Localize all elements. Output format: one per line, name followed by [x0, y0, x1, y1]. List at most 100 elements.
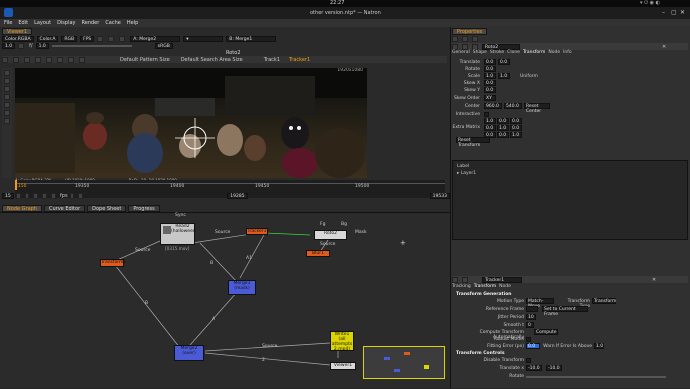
tab-stroke[interactable]: Stroke	[490, 50, 504, 55]
matrix-10[interactable]: 0.0	[484, 125, 496, 131]
track-forward-icon[interactable]	[68, 56, 74, 63]
roto-panel-center-icon[interactable]	[472, 43, 478, 50]
node-merge2[interactable]: Merge2 (over)	[174, 345, 204, 361]
fitting-error-field[interactable]: 0.0	[526, 343, 540, 349]
prop-scale-x[interactable]: 1.0	[484, 73, 496, 79]
reset-transform-button[interactable]: Reset Transform	[456, 137, 490, 148]
prop-center-y[interactable]: 540.0	[504, 103, 522, 109]
matrix-21[interactable]: 0.0	[497, 132, 509, 138]
tool-eraser-icon[interactable]	[4, 110, 10, 116]
tab-clone[interactable]: Clone	[507, 50, 520, 55]
next-keyframe-icon[interactable]	[69, 192, 75, 199]
last-frame-icon[interactable]	[78, 192, 84, 199]
robust-model-checkbox[interactable]	[526, 337, 531, 342]
track-crosshair-icon[interactable]	[175, 118, 215, 158]
gamma-field[interactable]: 1.0	[35, 43, 49, 49]
tab-tracker-node[interactable]: Node	[499, 284, 511, 289]
play-backward-icon[interactable]	[33, 192, 39, 199]
tab-dope-sheet[interactable]: Dope Sheet	[87, 205, 127, 212]
rotate-slider[interactable]	[526, 376, 666, 378]
prop-center-x[interactable]: 960.0	[484, 103, 502, 109]
tab-tracking[interactable]: Tracking	[452, 284, 471, 289]
translate-x-field[interactable]: -10.0	[526, 365, 542, 371]
menu-display[interactable]: Display	[57, 20, 75, 26]
tab-node-graph[interactable]: Node Graph	[2, 205, 42, 212]
node-tracker1[interactable]: Tracker1	[246, 228, 268, 235]
clear-track-icon[interactable]	[79, 56, 85, 63]
tool-points-icon[interactable]	[4, 78, 10, 84]
translate-y-field[interactable]: -10.0	[546, 365, 562, 371]
node-roto2[interactable]: Roto2	[314, 230, 347, 240]
prop-min-icon[interactable]	[452, 36, 458, 42]
roto-panel-collapse-icon[interactable]	[452, 43, 458, 50]
current-frame-field[interactable]: 19285	[227, 192, 248, 199]
prop-translate-y[interactable]: 0.0	[498, 59, 510, 65]
maximize-icon[interactable]: ▢	[671, 9, 677, 16]
matrix-22[interactable]: 1.0	[510, 132, 522, 138]
tracker-panel-close-icon[interactable]: ✕	[652, 277, 656, 283]
node-merge1[interactable]: Merge1 (mask)	[228, 280, 256, 295]
node-graph-navigator[interactable]	[363, 346, 445, 379]
add-track-icon[interactable]	[13, 56, 19, 63]
disable-transform-checkbox[interactable]	[526, 358, 531, 363]
node-write1[interactable]: Write1 (all attempts 2.mp4)	[330, 331, 354, 352]
prop-translate-x[interactable]: 0.0	[484, 59, 496, 65]
layer-select[interactable]: Color.RGBA	[2, 36, 34, 42]
fps-select[interactable]: FPS	[80, 36, 95, 42]
input-a-select[interactable]: A: Merge2	[130, 36, 181, 42]
alpha-channel-select[interactable]: Color.A	[36, 36, 59, 42]
display-channels-select[interactable]: RGB	[61, 36, 78, 42]
roi-icon[interactable]	[108, 36, 115, 42]
tool-blur-icon[interactable]	[4, 118, 10, 124]
tracker-panel-float-icon[interactable]	[462, 276, 468, 283]
smooth-field[interactable]: 0	[526, 322, 534, 328]
clip-icon[interactable]	[97, 36, 104, 42]
roto-panel-close-icon[interactable]: ✕	[662, 44, 666, 50]
colorspace-select[interactable]: sRGB	[154, 43, 173, 49]
reset-center-button[interactable]: Reset Center	[524, 103, 550, 114]
roto-panel-name-field[interactable]: Roto2	[482, 43, 520, 50]
node-blur1[interactable]: Blur1	[306, 250, 330, 257]
node-graph[interactable]: Read2 (halloween Sync [0315.mov] Tracker…	[0, 212, 450, 388]
track-backward-icon[interactable]	[24, 56, 30, 63]
matrix-12[interactable]: 0.0	[510, 125, 522, 131]
matrix-02[interactable]: 0.0	[510, 118, 522, 124]
prop-scale-y[interactable]: 1.0	[498, 73, 510, 79]
select-tool-icon[interactable]	[2, 56, 8, 63]
layers-tree[interactable]: Label ▸ Layer1	[452, 160, 688, 240]
tracker-panel-collapse-icon[interactable]	[452, 276, 458, 283]
layer-item[interactable]: ▸ Layer1	[457, 171, 476, 176]
tracker-select[interactable]: Tracker1	[289, 57, 310, 63]
menu-file[interactable]: File	[4, 20, 12, 26]
tab-progress[interactable]: Progress	[128, 205, 160, 212]
track-previous-icon[interactable]	[35, 56, 41, 63]
node-viewer1[interactable]: Viewer1	[330, 362, 356, 370]
tab-viewer1[interactable]: Viewer1	[2, 28, 33, 35]
prop-rotate[interactable]: 0.0	[484, 66, 496, 72]
first-frame-icon[interactable]	[15, 192, 21, 199]
timeline-playhead[interactable]	[15, 180, 17, 190]
matrix-00[interactable]: 1.0	[484, 118, 496, 124]
reference-frame-field[interactable]	[526, 306, 538, 312]
track-next-icon[interactable]	[57, 56, 63, 63]
gain-icon[interactable]	[18, 43, 25, 49]
tab-info[interactable]: Info	[563, 50, 572, 55]
stop-tracking-icon[interactable]	[46, 56, 52, 63]
transform-type-select[interactable]: Transform	[592, 298, 616, 304]
prop-skew-y[interactable]: 0.0	[484, 87, 496, 93]
composite-select[interactable]: ▾	[183, 36, 224, 42]
tab-node[interactable]: Node	[548, 50, 560, 55]
viewer-canvas[interactable]: 1920x1080	[15, 68, 367, 178]
prev-keyframe-icon[interactable]	[24, 192, 30, 199]
stop-icon[interactable]	[42, 192, 48, 199]
menu-render[interactable]: Render	[82, 20, 100, 26]
menu-cache[interactable]: Cache	[105, 20, 121, 26]
prop-skew-x[interactable]: 0.0	[484, 80, 496, 86]
jitter-period-field[interactable]: 10	[526, 314, 536, 320]
prop-interactive-checkbox[interactable]	[484, 112, 489, 117]
out-point-field[interactable]: 19533	[429, 192, 450, 199]
node-read2[interactable]: Read2 (halloween	[160, 223, 196, 245]
close-icon[interactable]: ✕	[680, 9, 685, 16]
menu-edit[interactable]: Edit	[18, 20, 28, 26]
gamma-slider[interactable]	[51, 45, 132, 47]
